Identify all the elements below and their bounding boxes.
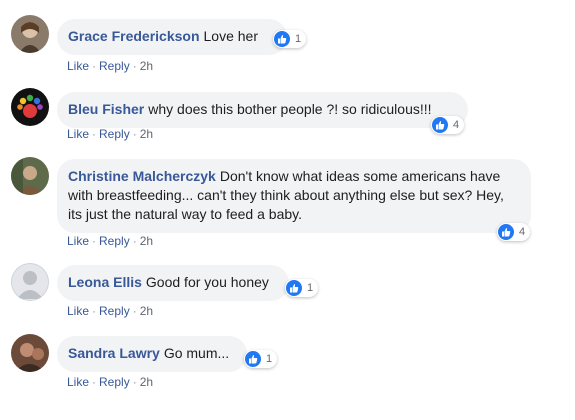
- reply-link[interactable]: Reply: [99, 375, 130, 389]
- comment-text: Go mum...: [163, 345, 230, 361]
- comment-text: why does this bother people ?! so ridicu…: [148, 101, 432, 117]
- like-link[interactable]: Like: [67, 375, 89, 389]
- comment-actions: Like · Reply · 2h: [67, 304, 154, 318]
- comment-bubble: Christine Malcherczyk Don't know what ide…: [57, 159, 531, 233]
- reply-link[interactable]: Reply: [99, 127, 130, 141]
- reaction-badge[interactable]: 4: [497, 223, 531, 241]
- like-link[interactable]: Like: [67, 59, 89, 73]
- like-link[interactable]: Like: [67, 127, 89, 141]
- reply-link[interactable]: Reply: [99, 59, 130, 73]
- reaction-badge[interactable]: 1: [244, 350, 278, 368]
- avatar[interactable]: [11, 15, 49, 53]
- comment-bubble: Leona Ellis Good for you honey: [57, 265, 289, 301]
- comment-actions: Like · Reply · 2h: [67, 375, 154, 389]
- reaction-badge[interactable]: 4: [431, 116, 465, 134]
- comment-text: Love her: [203, 28, 258, 44]
- avatar[interactable]: [11, 157, 49, 195]
- comment-bubble: Bleu Fisher why does this bother people ?…: [57, 92, 468, 128]
- like-icon: [432, 117, 448, 133]
- comment-actions: Like · Reply · 2h: [67, 59, 154, 73]
- reply-link[interactable]: Reply: [99, 234, 130, 248]
- avatar[interactable]: [11, 263, 49, 301]
- comment-actions: Like · Reply · 2h: [67, 127, 154, 141]
- comment-time[interactable]: 2h: [140, 304, 153, 318]
- like-icon: [286, 280, 302, 296]
- like-icon: [245, 351, 261, 367]
- comment-author[interactable]: Bleu Fisher: [68, 101, 144, 117]
- comment-actions: Like · Reply · 2h: [67, 234, 154, 248]
- comment-time[interactable]: 2h: [140, 234, 153, 248]
- reaction-count: 1: [295, 33, 302, 45]
- reaction-count: 4: [519, 226, 526, 238]
- comment-time[interactable]: 2h: [140, 375, 153, 389]
- comment-text: Good for you honey: [145, 274, 269, 290]
- comment-time[interactable]: 2h: [140, 59, 153, 73]
- avatar[interactable]: [11, 334, 49, 372]
- comment-author[interactable]: Grace Frederickson: [68, 28, 200, 44]
- comment-author[interactable]: Leona Ellis: [68, 274, 142, 290]
- avatar[interactable]: [11, 88, 49, 126]
- reply-link[interactable]: Reply: [99, 304, 130, 318]
- comment-time[interactable]: 2h: [140, 127, 153, 141]
- like-icon: [274, 31, 290, 47]
- reaction-count: 4: [453, 119, 460, 131]
- comment-bubble: Grace Frederickson Love her: [57, 19, 287, 55]
- reaction-badge[interactable]: 1: [285, 279, 319, 297]
- like-link[interactable]: Like: [67, 234, 89, 248]
- reaction-count: 1: [307, 282, 314, 294]
- like-icon: [498, 224, 514, 240]
- comment-author[interactable]: Christine Malcherczyk: [68, 168, 216, 184]
- like-link[interactable]: Like: [67, 304, 89, 318]
- reaction-badge[interactable]: 1: [273, 30, 307, 48]
- comment-bubble: Sandra Lawry Go mum...: [57, 336, 247, 372]
- comment-author[interactable]: Sandra Lawry: [68, 345, 160, 361]
- reaction-count: 1: [266, 353, 273, 365]
